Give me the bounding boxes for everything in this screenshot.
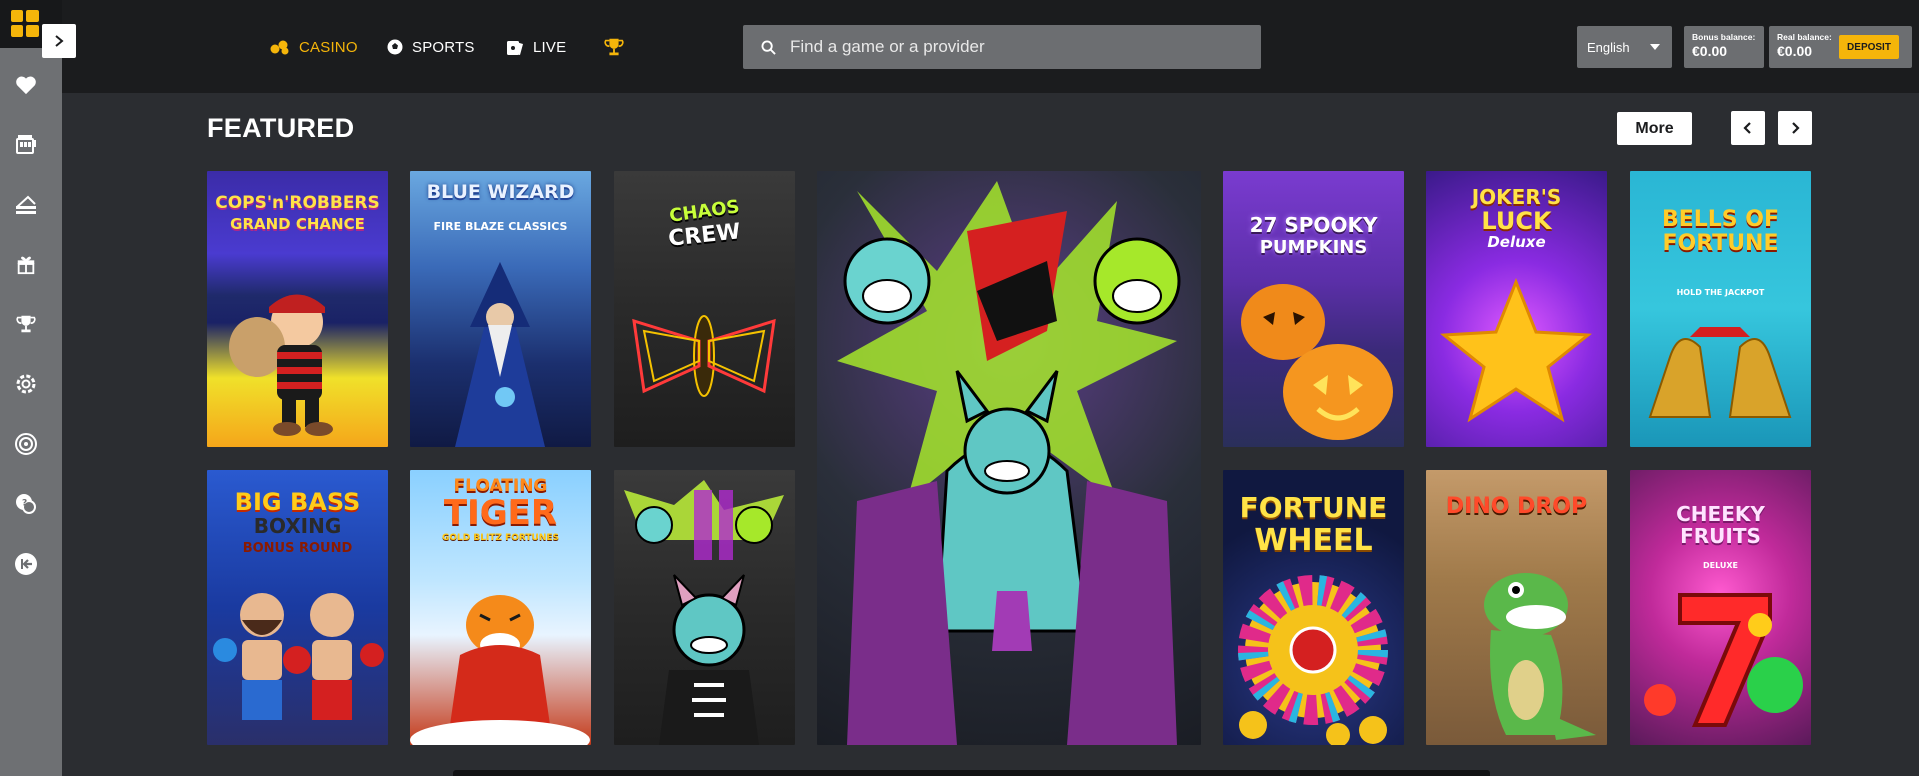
language-selected: English (1587, 39, 1630, 55)
game-title-line3: BONUS ROUND (242, 541, 353, 556)
target-icon[interactable] (13, 431, 39, 457)
bonus-balance-label: Bonus balance: (1692, 32, 1756, 42)
game-title-line2: GRAND CHANCE (230, 215, 365, 233)
chevron-right-icon (1792, 122, 1800, 134)
soccer-ball-icon (387, 39, 403, 55)
heart-icon[interactable] (13, 72, 39, 98)
chaos-crew-large-illustration (837, 181, 1181, 745)
game-title-line2: BOXING (253, 514, 342, 538)
game-title-line1: BLUE WIZARD (426, 181, 575, 203)
fortune-wheel-illustration (1238, 575, 1388, 745)
chevron-left-icon (1743, 122, 1751, 134)
game-title-line2: FRUITS (1680, 524, 1761, 548)
game-title-line2: WHEEL (1254, 523, 1373, 558)
settings-icon[interactable] (13, 371, 39, 397)
bonus-balance-amount: €0.00 (1692, 43, 1728, 59)
chat-icon[interactable]: ? (13, 491, 39, 517)
bells-illustration (1648, 327, 1792, 418)
moth-illustration (632, 315, 776, 397)
game-title-line3: HOLD THE JACKPOT (1676, 288, 1765, 297)
game-tile-cheeky-fruits-deluxe[interactable]: CHEEKY FRUITS DELUXE (1630, 470, 1811, 745)
game-title-line1: BIG BASS (234, 488, 361, 516)
section-title: FEATURED (207, 113, 355, 143)
language-select[interactable]: English (1577, 26, 1672, 68)
game-title-line3: DELUXE (1702, 561, 1739, 570)
dinosaur-illustration (1484, 573, 1596, 740)
tiger-illustration (410, 595, 590, 745)
casino-chips-icon[interactable] (13, 191, 39, 217)
game-tile-floating-tiger[interactable]: FLOATING TIGER GOLD BLITZ FORTUNES (410, 470, 591, 745)
trophy-icon[interactable] (13, 311, 39, 337)
game-title-line3: Deluxe (1487, 233, 1546, 251)
game-tile-fortune-wheel[interactable]: FORTUNE WHEEL (1223, 470, 1404, 745)
nav-casino[interactable]: CASINO (270, 36, 358, 58)
game-tile-bells-of-fortune[interactable]: BELLS OF FORTUNE HOLD THE JACKPOT (1630, 171, 1811, 447)
nav-sports[interactable]: SPORTS (387, 36, 475, 58)
seven-fruits-illustration (1644, 593, 1803, 727)
nav-live-label: LIVE (533, 38, 567, 56)
game-title-line2: FIRE BLAZE CLASSICS (433, 220, 568, 233)
bonus-balance: Bonus balance: €0.00 (1684, 26, 1764, 68)
nav-sports-label: SPORTS (412, 38, 475, 56)
next-button[interactable] (1778, 111, 1812, 145)
game-title-line1: BELLS OF (1661, 207, 1780, 232)
deposit-button[interactable]: DEPOSIT (1839, 35, 1899, 59)
game-tile-27-spooky-pumpkins[interactable]: 27 SPOOKY PUMPKINS (1223, 171, 1404, 447)
game-title-line3: GOLD BLITZ FORTUNES (441, 533, 560, 543)
prev-button[interactable] (1731, 111, 1765, 145)
game-title-line2: FORTUNE (1662, 231, 1779, 256)
logo-icon[interactable] (11, 10, 39, 38)
game-title-line1: JOKER'S (1471, 185, 1562, 209)
search-bar[interactable] (743, 25, 1261, 69)
logout-icon[interactable] (13, 551, 39, 577)
slot-machine-icon[interactable] (13, 131, 39, 157)
game-title-line1: FORTUNE (1239, 491, 1388, 524)
nav-live[interactable]: LIVE (506, 36, 566, 58)
game-title-line2: LUCK (1481, 207, 1552, 235)
game-title-line1: 27 SPOOKY (1249, 213, 1378, 237)
game-tile-chaos-crew-featured[interactable] (817, 171, 1201, 745)
game-title-line1: DINO DROP (1445, 494, 1588, 519)
caret-down-icon (1650, 44, 1660, 50)
game-tile-chaos-crew[interactable]: CHAOS CREW (614, 171, 795, 447)
svg-text:?: ? (22, 499, 27, 509)
star-illustration (1440, 277, 1592, 423)
expand-sidebar-button[interactable] (42, 24, 76, 58)
trophy-icon (604, 38, 624, 56)
casino-icon (270, 40, 289, 55)
game-tile-blue-wizard[interactable]: BLUE WIZARD FIRE BLAZE CLASSICS (410, 171, 591, 447)
search-icon (761, 39, 776, 55)
game-tile-big-bass-boxing[interactable]: BIG BASS BOXING BONUS ROUND (207, 470, 388, 745)
game-title-line2: PUMPKINS (1259, 237, 1368, 258)
pumpkins-illustration (1241, 284, 1393, 440)
game-tile-dino-drop[interactable]: DINO DROP (1426, 470, 1607, 745)
boxers-illustration (213, 593, 384, 720)
game-title-line2: TIGER (443, 493, 558, 533)
wizard-illustration (455, 262, 545, 447)
header: CASINO SPORTS LIVE English Bonus balance… (62, 0, 1919, 93)
game-tile-chaos-crew-2[interactable] (614, 470, 795, 745)
chaos-crew-cat-illustration (624, 480, 784, 745)
nav-casino-label: CASINO (299, 38, 358, 56)
game-title-line1: COPS'n'ROBBERS (215, 193, 380, 213)
live-cards-icon (507, 40, 523, 55)
more-button[interactable]: More (1617, 112, 1692, 145)
robber-character-illustration (229, 294, 333, 436)
gift-icon[interactable] (13, 251, 39, 277)
game-tile-cops-n-robbers[interactable]: COPS'n'ROBBERS GRAND CHANCE (207, 171, 388, 447)
nav-tournaments[interactable] (603, 36, 625, 58)
chevron-right-icon (55, 35, 64, 47)
bottom-scroll-bar (453, 770, 1490, 776)
search-input[interactable] (790, 37, 1230, 57)
game-title-line1: CHEEKY (1676, 502, 1765, 526)
sidebar: ? (0, 0, 62, 776)
game-tile-jokers-luck-deluxe[interactable]: JOKER'S LUCK Deluxe (1426, 171, 1607, 447)
